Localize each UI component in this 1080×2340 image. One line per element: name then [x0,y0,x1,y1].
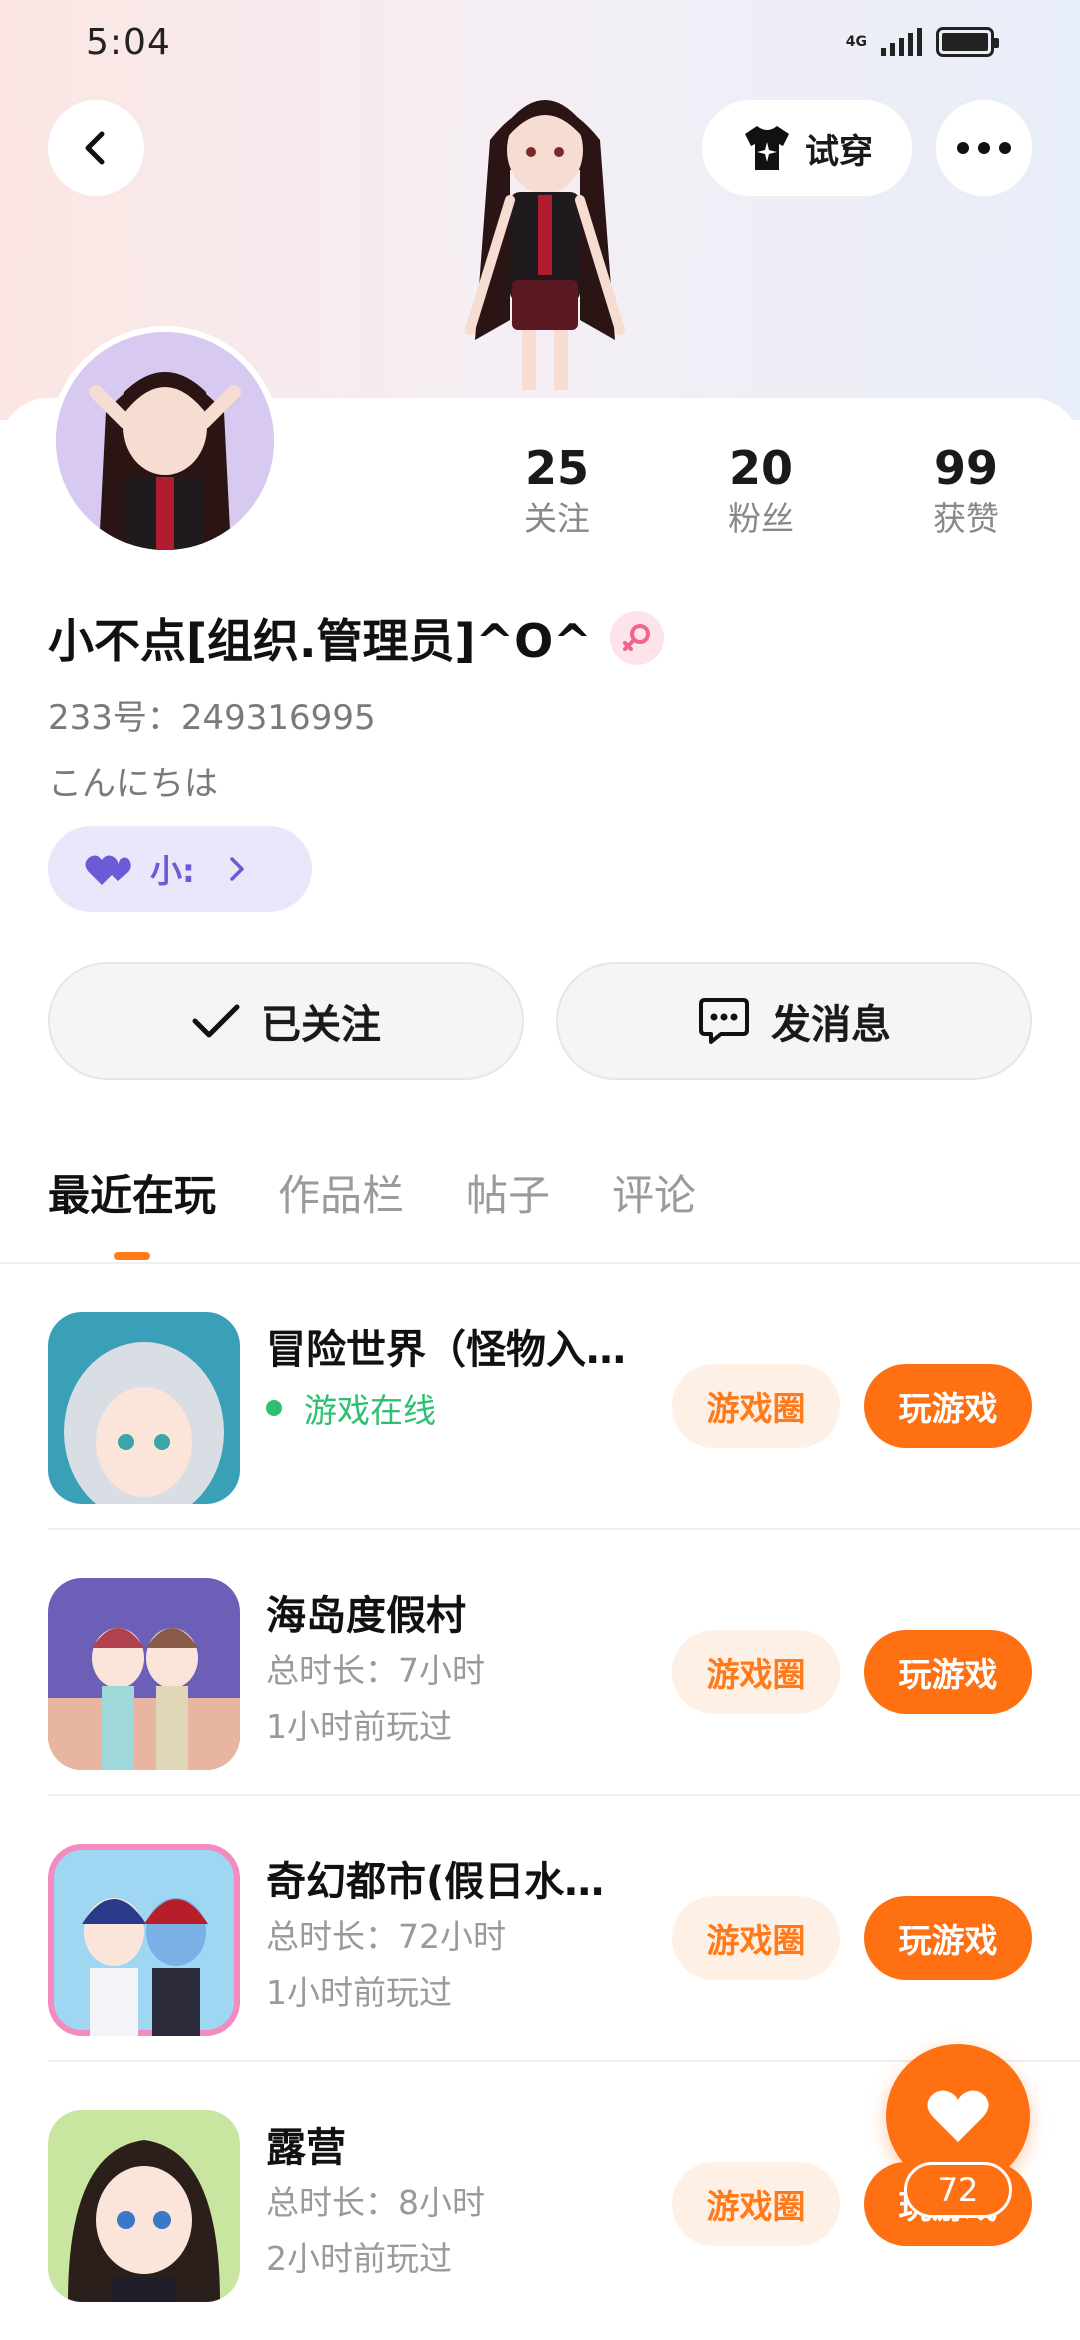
heart-icon [927,2090,989,2142]
game-playtime: 总时长：72小时 [266,1917,506,1956]
send-message-button[interactable]: 发消息 [556,962,1032,1080]
game-circle-button[interactable]: 游戏圈 [672,1630,840,1714]
chat-bubble-icon [699,998,749,1044]
game-playtime: 总时长：7小时 [266,1651,485,1690]
game-playtime: 总时长：8小时 [266,2183,485,2222]
game-thumbnail[interactable] [48,1312,240,1504]
tab-works[interactable]: 作品栏 [278,1168,404,1248]
double-heart-icon [85,855,131,885]
followed-label: 已关注 [261,1002,381,1048]
tab-posts[interactable]: 帖子 [466,1168,550,1248]
chevron-right-icon [230,857,244,881]
relation-badge-button[interactable]: 小: [48,826,312,912]
user-id: 233号：249316995 [48,698,376,738]
stat-following[interactable]: 25 关注 [487,440,627,542]
like-count-badge: 72 [904,2162,1012,2218]
game-list-item[interactable]: 海岛度假村 总时长：7小时 1小时前玩过 游戏圈 玩游戏 [0,1530,1080,1796]
stat-value: 99 [933,441,998,495]
online-dot-icon [266,1400,282,1416]
stat-label: 关注 [524,499,590,538]
avatar-3d-figure[interactable] [430,80,660,400]
status-icons: 4G [845,22,999,62]
game-list-item[interactable]: 奇幻都市(假日水… 总时长：72小时 1小时前玩过 游戏圈 玩游戏 [0,1796,1080,2062]
status-time: 5:04 [86,22,171,63]
more-options-button[interactable] [936,100,1032,196]
stat-value: 20 [728,441,793,495]
more-dots-icon [957,142,1011,154]
stat-value: 25 [524,441,589,495]
game-online-status: 游戏在线 [266,1384,436,1432]
battery-icon [936,27,999,57]
stat-label: 粉丝 [728,499,794,538]
play-game-button[interactable]: 玩游戏 [864,1896,1032,1980]
female-gender-icon [609,611,664,665]
back-button[interactable] [48,100,144,196]
try-on-button[interactable]: 试穿 [702,100,912,196]
followed-button[interactable]: 已关注 [48,962,524,1080]
stat-likes[interactable]: 99 获赞 [896,440,1036,542]
game-title: 奇幻都市(假日水… [266,1859,605,1905]
nickname: 小不点[组织.管理员]^O^ [48,614,592,668]
game-list-item[interactable]: 冒险世界（怪物入… 游戏在线 游戏圈 玩游戏 [0,1264,1080,1530]
tab-comments[interactable]: 评论 [612,1168,696,1248]
game-title: 冒险世界（怪物入… [266,1327,626,1373]
tshirt-icon [745,126,789,170]
signal-icon [881,28,922,56]
tab-recently-played[interactable]: 最近在玩 [48,1168,216,1260]
profile-stats: 25 关注 20 粉丝 99 获赞 [0,440,1080,560]
game-circle-button[interactable]: 游戏圈 [672,1896,840,1980]
game-thumbnail[interactable] [48,2110,240,2302]
network-type-icon: 4G [845,34,867,50]
try-on-label: 试穿 [805,131,873,172]
game-last-played: 1小时前玩过 [266,1973,452,2012]
profile-tabs: 最近在玩 作品栏 帖子 评论 [48,1168,696,1260]
chevron-left-icon [85,131,105,165]
game-circle-button[interactable]: 游戏圈 [672,1364,840,1448]
play-game-button[interactable]: 玩游戏 [864,1630,1032,1714]
game-last-played: 1小时前玩过 [266,1707,452,1746]
send-message-label: 发消息 [771,1002,891,1048]
game-title: 海岛度假村 [266,1593,466,1639]
game-thumbnail[interactable] [48,1844,240,2036]
checkmark-icon [192,1004,240,1038]
game-circle-button[interactable]: 游戏圈 [672,2162,840,2246]
status-bar: 5:04 4G [0,0,1080,84]
nickname-row: 小不点[组织.管理员]^O^ [48,608,664,668]
online-status-label: 游戏在线 [304,1391,436,1430]
relation-label: 小: [150,852,195,890]
game-title: 露营 [266,2125,346,2171]
play-game-button[interactable]: 玩游戏 [864,1364,1032,1448]
game-last-played: 2小时前玩过 [266,2239,452,2278]
stat-label: 获赞 [933,499,999,538]
stat-followers[interactable]: 20 粉丝 [691,440,831,542]
game-thumbnail[interactable] [48,1578,240,1770]
user-bio: こんにちは [48,764,218,804]
